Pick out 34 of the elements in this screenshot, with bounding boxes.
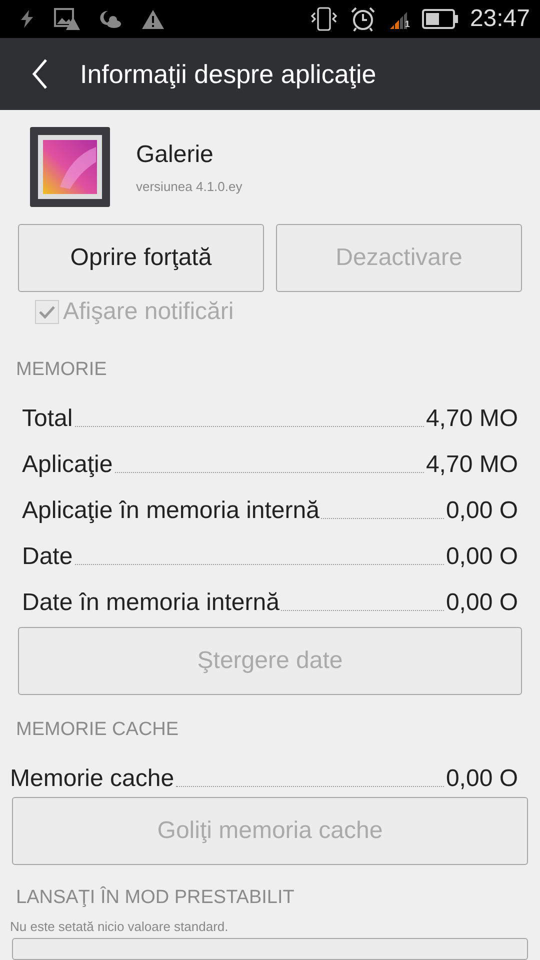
row-label: Aplicaţie [22, 451, 113, 479]
app-version: versiunea 4.1.0.ey [136, 178, 242, 194]
row-value: 4,70 MO [426, 405, 518, 433]
back-icon [32, 59, 48, 89]
app-name: Galerie [136, 140, 214, 168]
screen-title: Informaţii despre aplicaţie [80, 58, 376, 90]
battery-icon [422, 9, 458, 29]
row-value: 4,70 MO [426, 451, 518, 479]
section-header: LANSAŢI ÎN MOD PRESTABILIT [15, 885, 296, 909]
image-warning-icon [54, 8, 80, 30]
clock-time: 23:47 [470, 5, 530, 33]
alarm-clock-icon [350, 6, 376, 32]
sim-label: 1 [404, 20, 410, 29]
vibrate-icon [310, 7, 338, 31]
warning-icon [142, 10, 164, 28]
row-label: Date [22, 543, 73, 571]
row-label: Total [22, 405, 73, 433]
cut-off-button[interactable] [12, 938, 528, 960]
check-icon [38, 305, 56, 319]
row-value: 0,00 O [446, 497, 518, 525]
action-button[interactable]: Oprire forţată [18, 224, 264, 292]
note-text: Nu este setată nicio valoare standard. [9, 919, 230, 934]
row-label: Date în memoria internă [22, 589, 280, 617]
row-value: 0,00 O [446, 765, 518, 793]
row-label: Memorie cache [10, 765, 174, 793]
lightning-icon [20, 10, 34, 28]
picture-frame-icon [30, 127, 110, 207]
weather-icon [100, 9, 122, 29]
section-header: MEMORIE [15, 358, 108, 381]
row-value: 0,00 O [446, 589, 518, 617]
row-value: 0,00 O [446, 543, 518, 571]
row-label: Aplicaţie în memoria internă [22, 497, 320, 525]
section-header: MEMORIE CACHE [15, 718, 180, 741]
checkbox-label: Afişare notificări [63, 298, 234, 326]
